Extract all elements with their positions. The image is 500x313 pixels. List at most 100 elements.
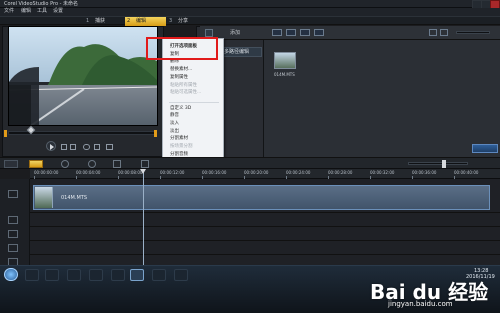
context-menu-item[interactable]: 淡入 <box>170 121 179 127</box>
step-share[interactable]: 3 分享 <box>167 17 207 26</box>
library-media-area: 014M.MTS <box>264 40 500 157</box>
taskbar-icon-active[interactable] <box>130 269 144 281</box>
clip-thumbnail <box>35 187 53 208</box>
step-capture[interactable]: 1 捕获 <box>84 17 124 26</box>
volume-icon[interactable] <box>94 144 100 150</box>
timeline-ruler-label: 00:00:20:00 <box>244 170 269 175</box>
trim-marker-end[interactable] <box>154 130 157 137</box>
timeline-ruler-label: 00:00:36:00 <box>412 170 437 175</box>
baidu-watermark: Bai du 经验 jingyan.baidu.com <box>370 268 488 308</box>
taskbar-icon-2[interactable] <box>45 269 59 281</box>
library-add-icon[interactable] <box>205 29 213 37</box>
clip-label: 014M.MTS <box>61 195 87 201</box>
baidu-watermark-url: jingyan.baidu.com <box>388 300 453 308</box>
next-frame-icon[interactable] <box>70 144 76 150</box>
step-share-num: 3 <box>169 18 173 24</box>
title-track-row <box>30 226 500 241</box>
undo-icon[interactable] <box>61 160 69 168</box>
library-thumbnail-label: 014M.MTS <box>274 72 295 77</box>
repeat-icon[interactable] <box>83 144 90 150</box>
timeline-ruler-label: 00:00:16:00 <box>202 170 227 175</box>
library-toolbar: 添加 <box>200 26 500 40</box>
menu-tools[interactable]: 工具 <box>37 9 47 14</box>
taskbar-icon-4[interactable] <box>89 269 103 281</box>
timeline-clip[interactable]: 014M.MTS <box>33 185 490 210</box>
title-track-icon <box>8 230 18 238</box>
start-button[interactable] <box>4 268 18 281</box>
step-share-label: 分享 <box>178 18 189 24</box>
context-menu-item[interactable]: 自定义 3D <box>170 106 191 112</box>
menu-settings[interactable]: 设置 <box>53 9 63 14</box>
context-menu-item: 按场景分割 <box>170 144 193 150</box>
timeline-ruler-label: 00:00:32:00 <box>370 170 395 175</box>
step-capture-label: 捕获 <box>95 18 106 24</box>
timeline-ruler-label: 00:00:08:00 <box>118 170 143 175</box>
timeline-ruler-label: 00:00:28:00 <box>328 170 353 175</box>
prev-frame-icon[interactable] <box>61 144 67 150</box>
context-menu-item[interactable]: 删除 <box>170 60 179 65</box>
zoom-handle[interactable] <box>442 160 446 168</box>
context-menu-item: 粘贴可选属性... <box>170 90 202 96</box>
taskbar-icon-1[interactable] <box>25 269 39 281</box>
step-capture-num: 1 <box>86 18 90 24</box>
timeline-ruler-label: 00:00:00:00 <box>34 170 59 175</box>
step-edit[interactable]: 2 编辑 <box>125 17 166 26</box>
window-title: Corel VideoStudio Pro - 未命名 <box>4 1 78 7</box>
trim-marker-start[interactable] <box>4 130 7 137</box>
overlay-track-row <box>30 212 500 227</box>
record-capture-icon[interactable] <box>113 160 121 168</box>
taskbar-icon-7[interactable] <box>174 269 188 281</box>
taskbar-icon-5[interactable] <box>111 269 125 281</box>
library-nav-label: 多路径编辑 <box>224 49 250 55</box>
step-edit-num: 2 <box>127 18 131 24</box>
timeline-ruler-label: 00:00:24:00 <box>286 170 311 175</box>
timeline-ruler-label: 00:00:12:00 <box>160 170 185 175</box>
play-icon <box>50 144 54 150</box>
library-thumbnail[interactable] <box>274 52 296 69</box>
timeline-view-button[interactable] <box>29 160 43 168</box>
library-sort-icon[interactable] <box>440 29 448 36</box>
zoom-slider[interactable] <box>408 162 468 165</box>
menu-edit[interactable]: 编辑 <box>21 9 31 14</box>
timeline-ruler-label: 00:00:04:00 <box>76 170 101 175</box>
video-preview[interactable] <box>8 26 158 126</box>
library-zoom-slider[interactable] <box>456 31 490 34</box>
storyboard-view-button[interactable] <box>4 160 18 168</box>
media-filter-photo-icon[interactable] <box>286 29 296 36</box>
media-filter-video-icon[interactable] <box>272 29 282 36</box>
menu-bar: 文件 编辑 工具 设置 <box>0 8 500 16</box>
voice-track-icon <box>8 244 18 252</box>
context-menu-item[interactable]: 淡出 <box>170 129 179 135</box>
overlay-track-icon <box>8 216 18 224</box>
context-menu-item[interactable]: 复制属性 <box>170 75 188 81</box>
taskbar-icon-3[interactable] <box>67 269 81 281</box>
context-menu-separator <box>169 101 219 103</box>
library-view-icon[interactable] <box>429 29 437 36</box>
audio-mixer-icon[interactable] <box>141 160 149 168</box>
context-menu-item[interactable]: 替换素材... <box>170 68 192 73</box>
redo-icon[interactable] <box>88 160 96 168</box>
timeline-ruler: 00:00:00:00 00:00:04:00 00:00:08:00 00:00:1… <box>30 169 500 179</box>
media-filter-audio-icon[interactable] <box>300 29 310 36</box>
context-menu-item[interactable]: 静音 <box>170 114 179 119</box>
video-frame-image <box>9 27 157 125</box>
menu-file[interactable]: 文件 <box>4 9 14 14</box>
window-titlebar: Corel VideoStudio Pro - 未命名 <box>0 0 500 9</box>
library-add-label[interactable]: 添加 <box>230 31 240 36</box>
highlight-box <box>146 37 218 60</box>
transport-controls <box>28 140 160 152</box>
timeline-playhead[interactable] <box>143 169 144 265</box>
playhead-marker[interactable] <box>140 169 146 174</box>
context-menu-item[interactable]: 分割素材 <box>170 137 188 142</box>
voice-track-row <box>30 240 500 255</box>
media-filter-folder-icon[interactable] <box>314 29 324 36</box>
options-button[interactable] <box>472 144 498 153</box>
video-track-icon <box>8 190 18 198</box>
fullscreen-icon[interactable] <box>106 144 113 150</box>
step-edit-label: 编辑 <box>136 18 147 24</box>
context-menu-item: 粘贴所有属性 <box>170 82 197 88</box>
taskbar-icon-6[interactable] <box>152 269 166 281</box>
workflow-steps: 1 捕获 2 编辑 3 分享 <box>0 16 500 26</box>
timeline-ruler-label: 00:00:40:00 <box>454 170 479 175</box>
track-headers <box>0 179 30 266</box>
